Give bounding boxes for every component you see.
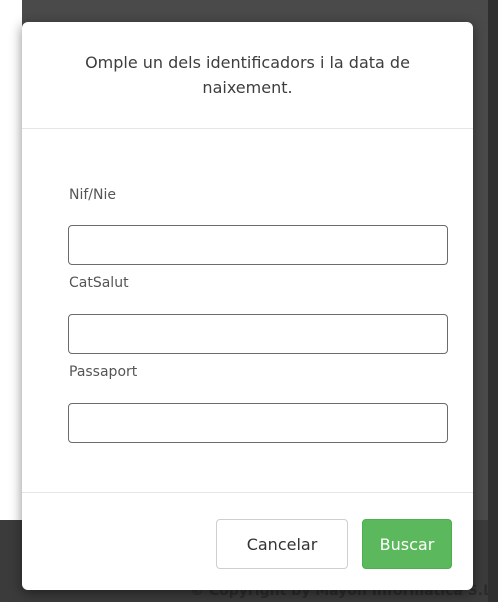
dialog-footer: Cancelar Buscar [22,492,473,590]
nif-nie-input[interactable] [68,225,448,265]
search-button[interactable]: Buscar [362,519,452,569]
cancel-button[interactable]: Cancelar [216,519,348,569]
identification-dialog: Omple un dels identificadors i la data d… [22,22,473,590]
passaport-input[interactable] [68,403,448,443]
catsalut-input[interactable] [68,314,448,354]
backdrop-right-edge [488,0,498,602]
nif-nie-label: Nif/Nie [69,187,116,203]
dialog-title: Omple un dels identificadors i la data d… [85,53,410,97]
backdrop-left-panel [0,0,22,602]
catsalut-label: CatSalut [69,275,129,291]
passaport-label: Passaport [69,364,138,380]
dialog-header: Omple un dels identificadors i la data d… [22,22,473,129]
